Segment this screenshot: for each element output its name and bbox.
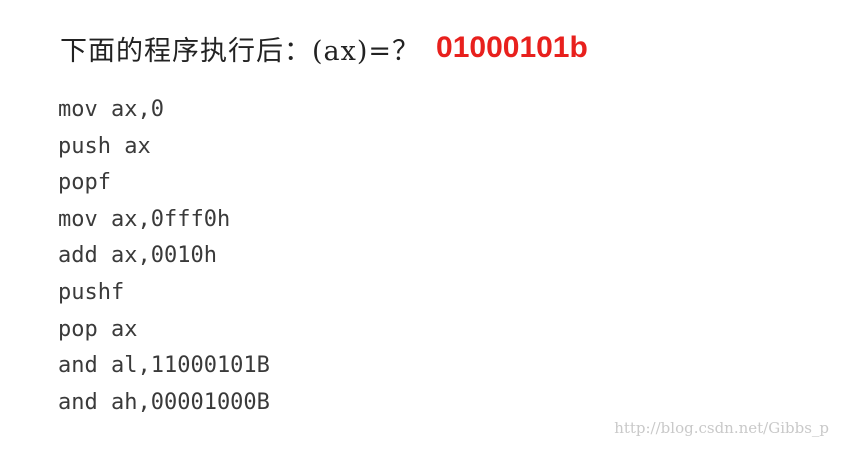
code-line: mov ax,0 <box>58 97 164 122</box>
answer-text: 01000101b <box>436 31 588 64</box>
code-block: mov ax,0 push ax popf mov ax,0fff0h add … <box>58 92 270 421</box>
question-text: 下面的程序执行后：(ax)=？ <box>60 35 421 67</box>
watermark: http://blog.csdn.net/Gibbs_p <box>614 419 829 437</box>
code-line: popf <box>58 170 111 196</box>
question-line: 下面的程序执行后：(ax)=？ 01000101b <box>60 24 588 72</box>
code-line: push ax <box>58 133 151 159</box>
code-line: pop ax <box>58 316 138 342</box>
code-line: add ax,0010h <box>58 243 217 269</box>
code-line: pushf <box>58 279 125 305</box>
code-line: mov ax,0fff0h <box>58 206 231 232</box>
document-page: 下面的程序执行后：(ax)=？ 01000101b mov ax,0 push … <box>0 0 843 450</box>
code-line: and ah,00001000B <box>58 389 270 415</box>
code-line: and al,11000101B <box>58 353 270 379</box>
